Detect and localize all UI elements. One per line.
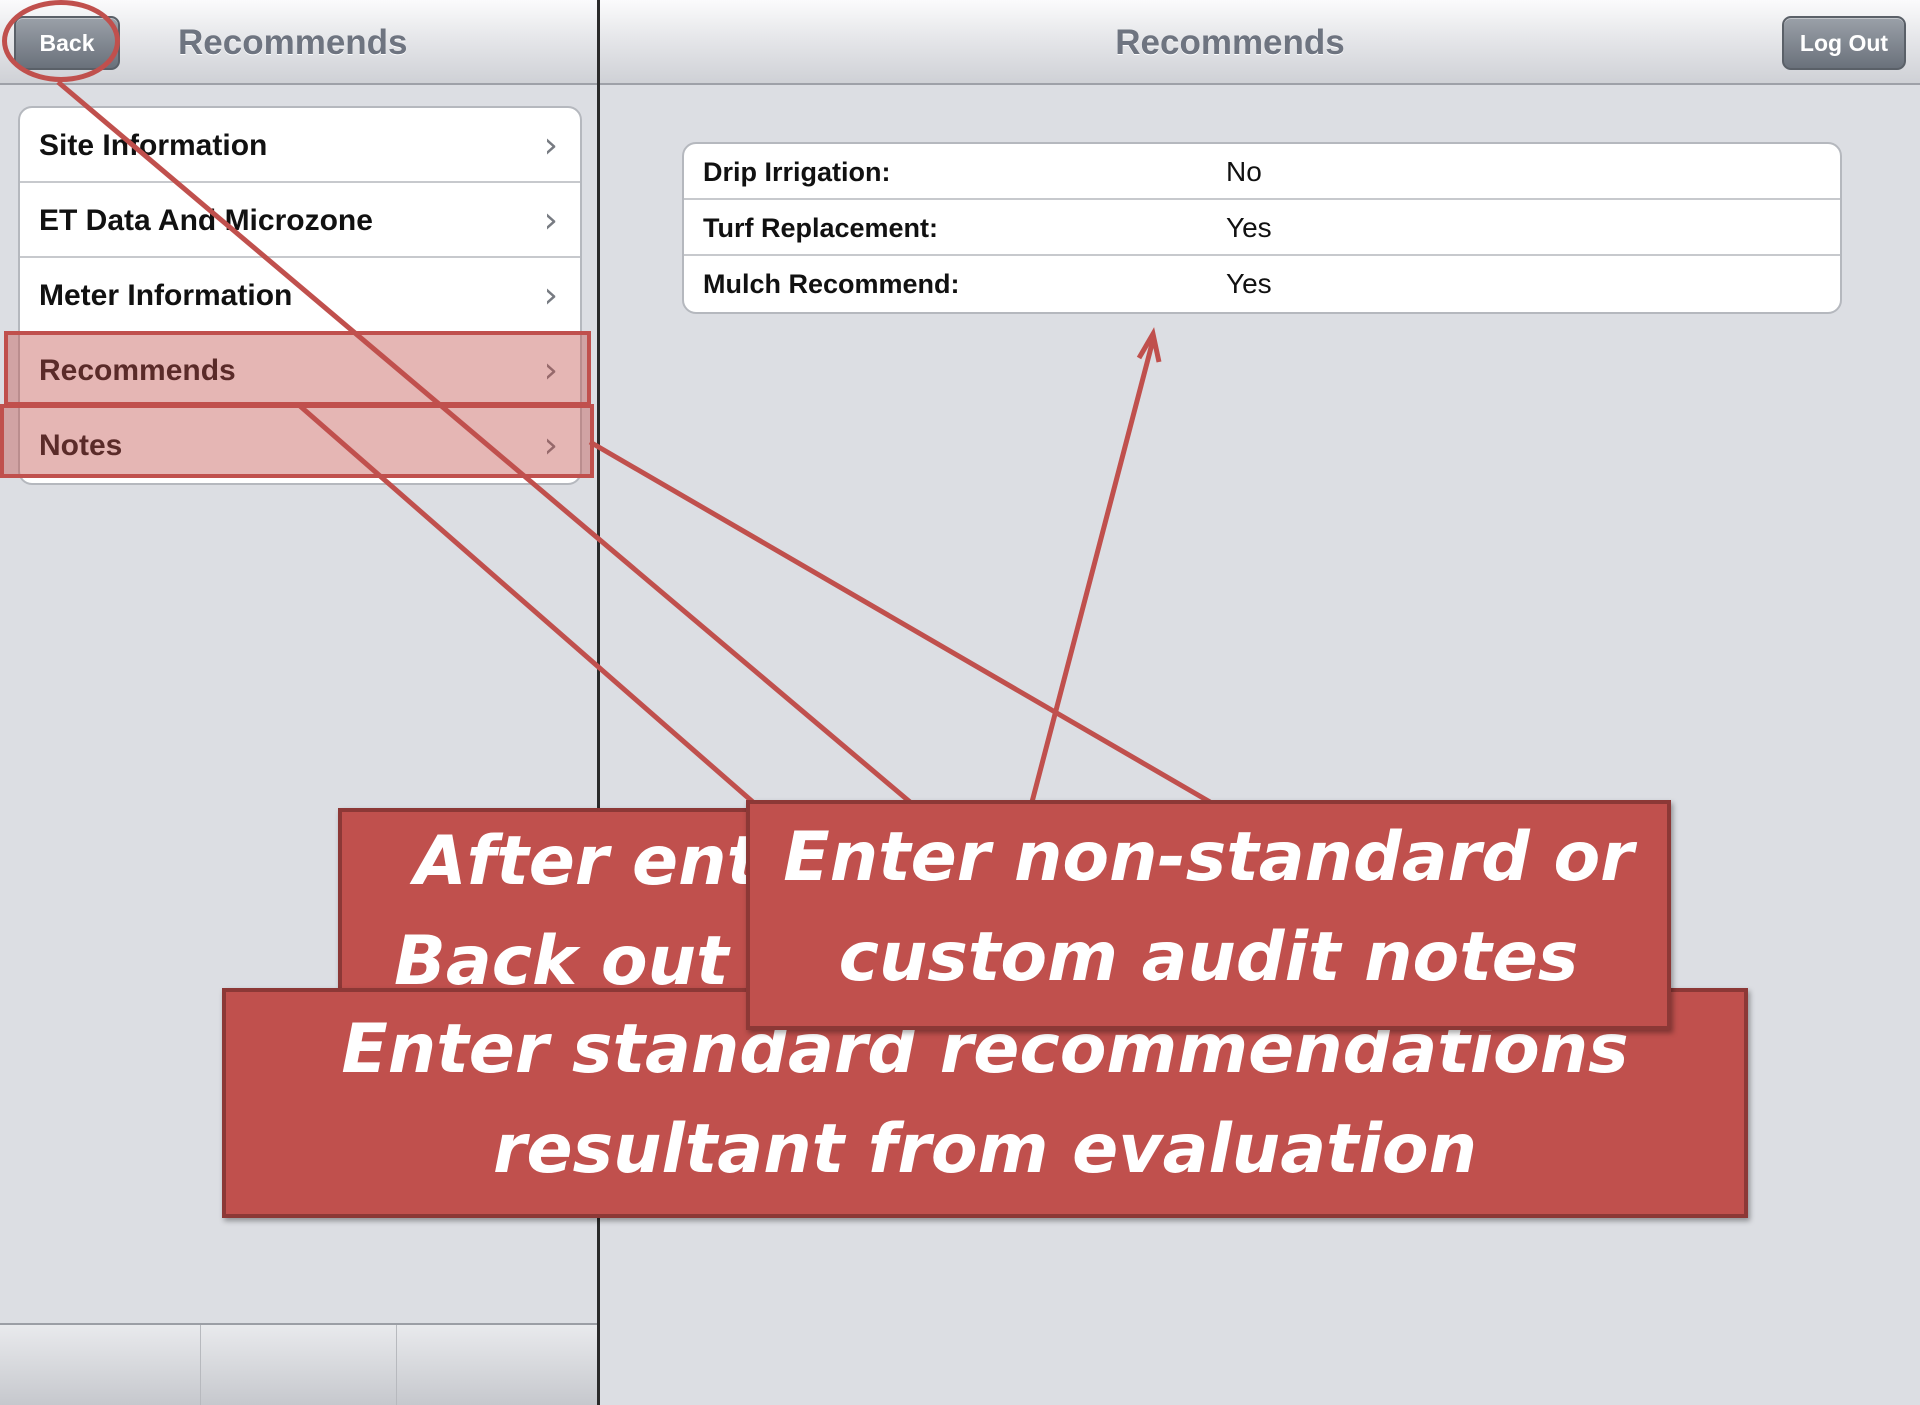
connector-line-notes <box>588 439 1212 805</box>
callout-line: Enter non-standard or <box>783 818 1634 897</box>
callout-line: custom audit notes <box>838 918 1579 997</box>
connector-line-recommends <box>298 404 764 812</box>
connector-line-back <box>56 80 912 804</box>
callout-audit-notes: Enter non-standard or custom audit notes <box>746 800 1671 1030</box>
callout-line: resultant from evaluation <box>492 1110 1478 1189</box>
